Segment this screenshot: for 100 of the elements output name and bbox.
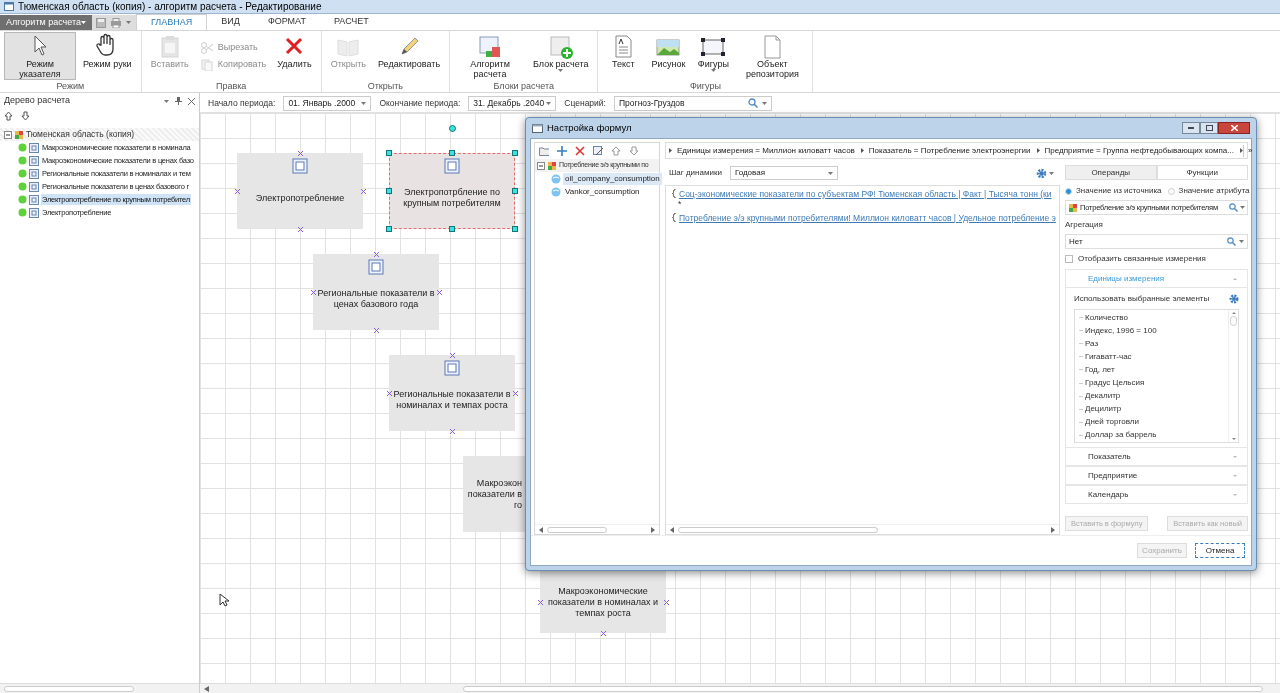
scrollbar-thumb[interactable] xyxy=(547,526,607,533)
formula-editor[interactable]: Соц-экономические показатели по субъектам РФ! Тюменская область | Факт | Тысяча тонн (ки * Потребление э/э крупными потребителями! Миллион киловатт часов | Удельное потребление э xyxy=(665,185,1060,535)
dropdown-field[interactable]: Прогноз-Груздов xyxy=(613,95,772,111)
printer-icon xyxy=(110,17,122,28)
formula-block-icon xyxy=(291,157,309,175)
dropdown-field[interactable]: Нет xyxy=(1065,234,1248,249)
up-arrow-icon xyxy=(4,111,13,121)
radio-button[interactable] xyxy=(1065,187,1072,195)
resize-handle[interactable] xyxy=(449,226,455,232)
breadcrumb-item[interactable]: Единицы измерения = Миллион киловатт часов xyxy=(666,144,858,157)
resize-handle[interactable] xyxy=(512,150,518,156)
radio-label: Значение атрибута xyxy=(1178,185,1250,197)
radio-button[interactable] xyxy=(1167,187,1175,195)
caret-icon xyxy=(761,101,767,105)
tree-item[interactable]: oil_company_consumption xyxy=(563,172,662,185)
diagram-block[interactable]: Электропотрбление по крупным потребителям xyxy=(389,153,515,229)
list-item[interactable]: Градус Цельсия xyxy=(1085,377,1145,389)
delete-icon[interactable] xyxy=(575,146,585,156)
list-item[interactable]: Год, лет xyxy=(1085,363,1115,376)
collapse-icon xyxy=(537,161,545,170)
caret-down-icon xyxy=(1233,474,1237,477)
group-label: Правка xyxy=(214,80,248,93)
caret-down-icon xyxy=(1233,455,1237,458)
maximize-button[interactable] xyxy=(1200,122,1218,134)
resize-handle[interactable] xyxy=(386,188,392,194)
caret-down-icon xyxy=(1233,493,1237,496)
tab[interactable]: Операнды xyxy=(1065,165,1157,180)
caret-up-icon xyxy=(1233,277,1237,280)
up-arrow-icon[interactable] xyxy=(611,146,621,156)
ribbon-tab[interactable]: РАСЧЕТ xyxy=(319,14,383,30)
checkbox-label: Отобразить связанные измерения xyxy=(1078,253,1206,265)
port-marker-icon xyxy=(386,390,392,396)
caret-icon xyxy=(164,99,169,103)
accordion-header[interactable]: Календарь xyxy=(1065,485,1248,504)
block-label: Макроэкономические показатели в номиналах и темпах роста xyxy=(547,585,659,619)
ribbon-tab[interactable]: ФОРМАТ xyxy=(253,14,320,30)
list-item[interactable]: Доллар за баррель xyxy=(1085,429,1157,442)
list-item[interactable]: Дней торговли xyxy=(1085,416,1139,429)
diagram-block[interactable]: Макроэкон показатели в го xyxy=(463,456,525,532)
dropdown-field[interactable]: 01. Январь .2000 xyxy=(283,95,372,111)
list-item[interactable]: Количество xyxy=(1085,311,1128,324)
resize-handle[interactable] xyxy=(512,226,518,232)
diagram-block[interactable]: Электропотребление xyxy=(237,153,363,229)
list-item[interactable]: Декалитр xyxy=(1085,390,1121,403)
list-item[interactable]: Гигаватт-час xyxy=(1085,350,1132,363)
minimize-button[interactable] xyxy=(1182,122,1200,134)
cube-icon xyxy=(547,160,557,171)
resize-handle[interactable] xyxy=(449,150,455,156)
panel-title: Дерево расчета xyxy=(4,94,71,108)
down-arrow-icon[interactable] xyxy=(629,146,639,156)
edit-icon[interactable] xyxy=(593,146,603,156)
settings-button[interactable] xyxy=(1036,167,1054,179)
status-dot-icon xyxy=(18,182,27,191)
tree-item[interactable]: Vankor_consumption xyxy=(563,185,642,198)
scrollbar-thumb[interactable] xyxy=(4,685,134,692)
list-item[interactable]: Индекс, 1996 = 100 xyxy=(1085,324,1157,337)
caret-icon xyxy=(81,21,87,24)
close-button[interactable] xyxy=(1218,122,1250,134)
status-dot-icon xyxy=(18,195,27,204)
port-marker-icon xyxy=(663,599,669,605)
diagram-block[interactable]: Макроэкономические показатели в номиналах и темпах роста xyxy=(540,571,666,633)
field-label: Агрегация xyxy=(1065,219,1104,231)
port-marker-icon xyxy=(600,630,606,636)
dialog-button[interactable]: Отмена xyxy=(1195,543,1245,558)
resize-handle[interactable] xyxy=(386,150,392,156)
window-title: Тюменская область (копия) - алгоритм расчета - Редактирование xyxy=(18,0,322,14)
scrollbar-thumb[interactable] xyxy=(463,685,1263,692)
breadcrumb-item[interactable]: Показатель = Потребление электроэнергии xyxy=(857,144,1034,157)
formula-link[interactable]: Соц-экономические показатели по субъектам РФ! Тюменская область | Факт | Тысяча тонн (ки xyxy=(679,189,1052,200)
tab[interactable]: Функции xyxy=(1156,165,1248,180)
breadcrumb-item[interactable]: Предприятие = Группа нефтедобывающих компа... xyxy=(1033,144,1237,157)
cube-icon xyxy=(1068,202,1078,213)
dropdown-field[interactable]: 31. Декабрь .2040 xyxy=(468,95,557,111)
accordion-header[interactable]: Предприятие xyxy=(1065,466,1248,485)
list-item[interactable]: Раз xyxy=(1085,337,1099,350)
rotate-handle[interactable] xyxy=(448,125,456,132)
settings-icon xyxy=(1229,294,1239,304)
diagram-block[interactable]: Региональные показатели в номиналах и темпах роста xyxy=(389,355,515,431)
formula-link[interactable]: Потребление э/э крупными потребителями! Миллион киловатт часов | Удельное потребление э xyxy=(679,213,1056,224)
accordion-header[interactable]: Показатель xyxy=(1065,447,1248,466)
app-menu-button[interactable]: Алгоритм расчета xyxy=(0,15,92,30)
settings-icon xyxy=(1036,167,1047,179)
ribbon-tab[interactable]: ГЛАВНАЯ xyxy=(136,14,208,30)
maximize-icon xyxy=(1205,125,1213,131)
folder-icon[interactable] xyxy=(539,146,549,156)
resize-handle[interactable] xyxy=(386,226,392,232)
list-item[interactable]: Децилитр xyxy=(1085,403,1122,416)
scroll-down-icon xyxy=(1231,438,1236,440)
ribbon-tab[interactable]: ВИД xyxy=(207,14,254,30)
down-arrow-icon xyxy=(21,111,30,121)
ribbon-button[interactable]: Режим указателя xyxy=(4,32,76,80)
diagram-block[interactable]: Региональные показатели в ценах базового года xyxy=(313,254,439,330)
dropdown-field[interactable]: Годовая xyxy=(729,166,838,180)
more-button[interactable]: » xyxy=(1243,144,1257,157)
caret-icon xyxy=(1049,171,1054,175)
checkbox[interactable] xyxy=(1065,255,1073,263)
scrollbar-thumb[interactable] xyxy=(678,526,878,533)
plus-icon[interactable] xyxy=(557,146,567,156)
resize-handle[interactable] xyxy=(512,188,518,194)
copy-icon xyxy=(199,58,214,71)
